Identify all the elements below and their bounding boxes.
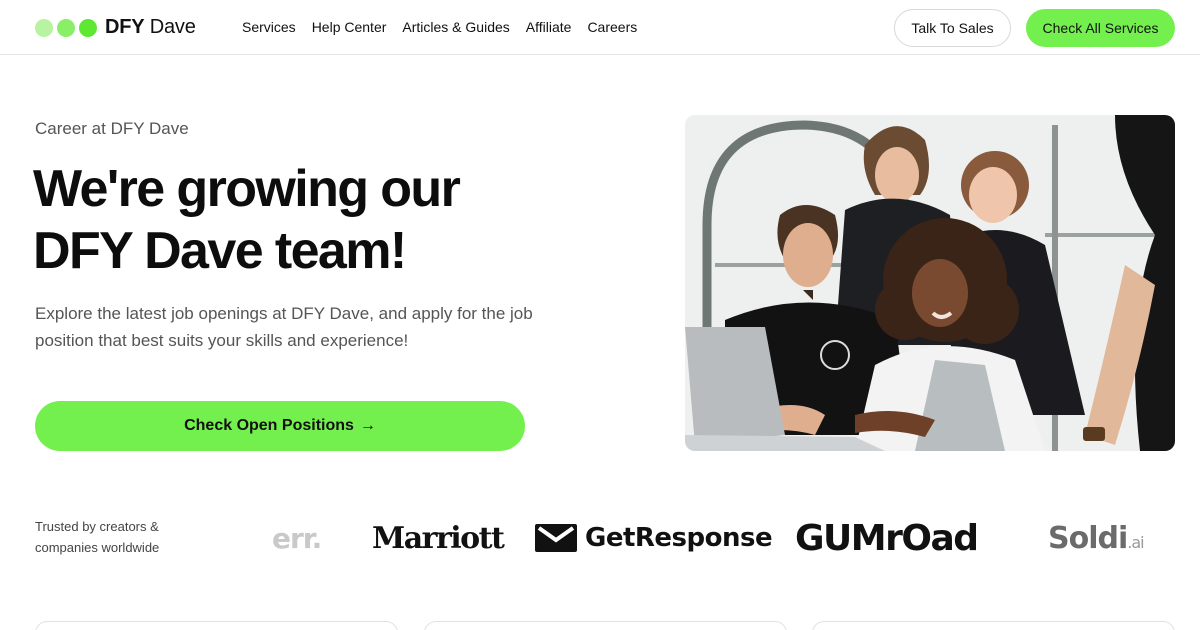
feature-card-1 [35, 621, 398, 630]
check-open-positions-button[interactable]: Check Open Positions → [35, 401, 525, 451]
nav-articles-guides[interactable]: Articles & Guides [402, 19, 509, 35]
logo-text-bold: DFY [105, 16, 145, 38]
hero-headline-line-2: DFY Dave team! [33, 222, 407, 280]
brand-name-soldi: Soldi [1048, 520, 1128, 556]
check-open-positions-label: Check Open Positions [184, 417, 354, 434]
envelope-icon [535, 524, 577, 552]
hero-eyebrow: Career at DFY Dave [35, 119, 189, 138]
brand-name-getresponse: GetResponse [585, 523, 773, 553]
hero-headline: We're growing our DFY Dave team! [33, 158, 593, 282]
hero-headline-line-1: We're growing our [33, 160, 461, 218]
nav-services[interactable]: Services [242, 19, 296, 35]
logo[interactable]: DFY Dave [35, 16, 196, 39]
nav-help-center[interactable]: Help Center [312, 19, 387, 35]
brand-name-marriott: Marriott [372, 520, 505, 556]
brand-logo-gumroad: GUMrOad [795, 510, 979, 566]
nav-careers[interactable]: Careers [587, 19, 637, 35]
main-nav: Services Help Center Articles & Guides A… [242, 19, 637, 35]
logo-dot-2 [57, 18, 75, 37]
team-photo-illustration [685, 115, 1175, 451]
brand-name-fiverr: err. [272, 521, 322, 555]
feature-card-3 [812, 621, 1175, 630]
team-photo [685, 115, 1175, 451]
hero-description: Explore the latest job openings at DFY D… [35, 304, 533, 350]
brand-logo-getresponse: GetResponse [535, 510, 773, 566]
check-all-services-button[interactable]: Check All Services [1026, 9, 1175, 47]
logo-dot-1 [35, 18, 53, 37]
logo-text: DFY Dave [105, 16, 196, 39]
brand-logo-fiverr: err. [272, 510, 322, 566]
logo-dot-3 [79, 18, 97, 37]
nav-affiliate[interactable]: Affiliate [526, 19, 572, 35]
brand-logo-marriott: Marriott [372, 510, 505, 566]
brand-logo-soldi: Soldi .ai [1048, 510, 1145, 566]
brand-name-soldi-suffix: .ai [1127, 532, 1144, 552]
arrow-right-icon: → [359, 417, 376, 434]
brand-logo-strip: err. Marriott GetResponse GUMrOad Soldi.… [272, 510, 1152, 566]
feature-card-2 [424, 621, 787, 630]
site-header: DFY Dave Services Help Center Articles &… [0, 0, 1200, 55]
brand-name-gumroad: GUMrOad [795, 517, 979, 559]
logo-text-regular: Dave [149, 16, 196, 38]
talk-to-sales-button[interactable]: Talk To Sales [894, 9, 1011, 47]
trusted-by-label: Trusted by creators & companies worldwid… [35, 519, 160, 555]
